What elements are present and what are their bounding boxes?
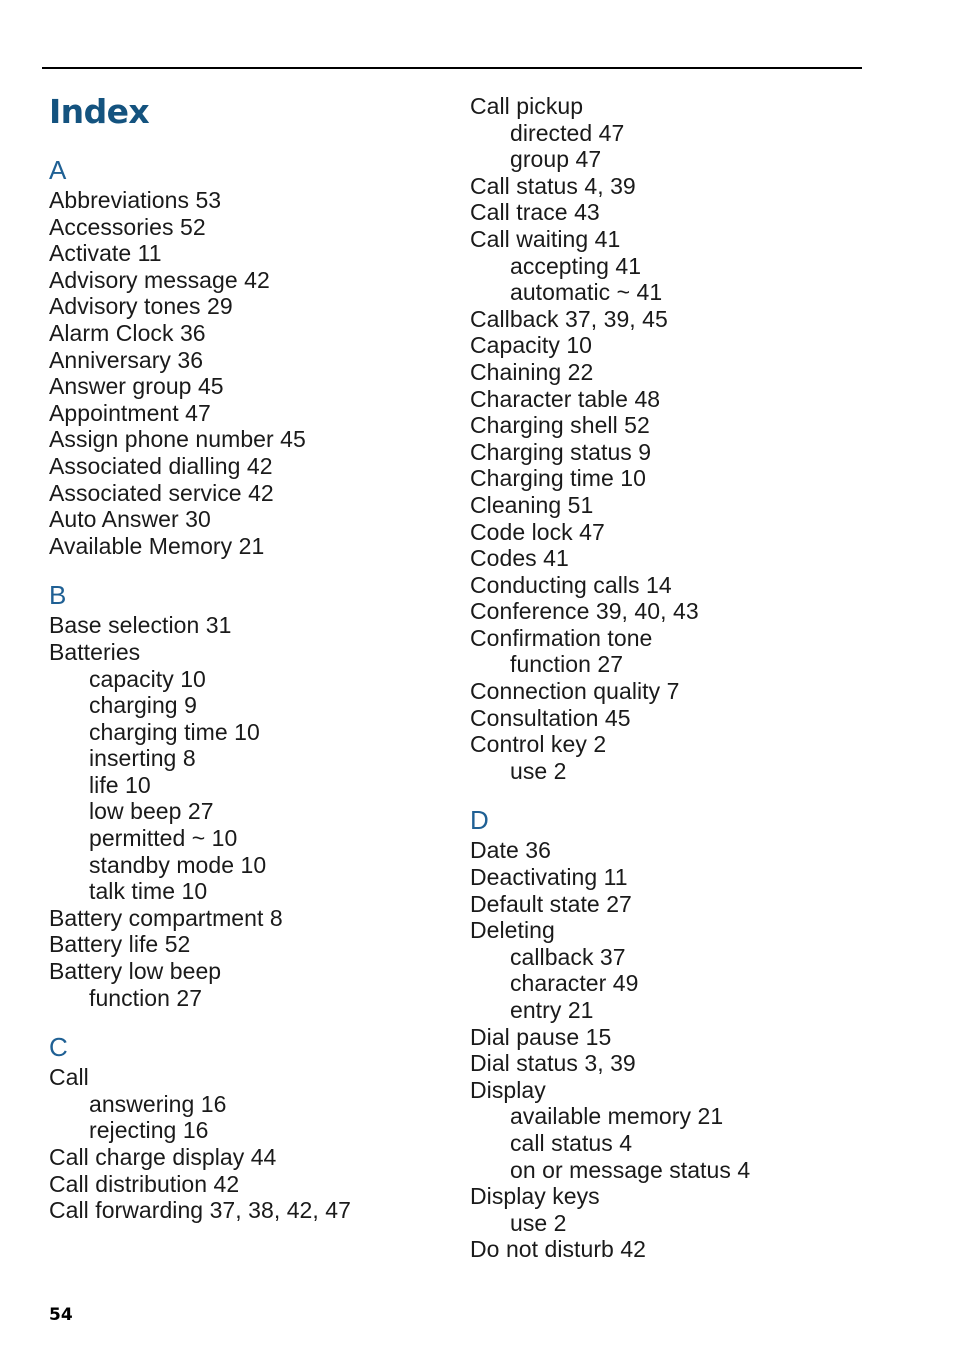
index-subentry: directed 47 [510, 119, 625, 146]
index-entry: Call pickup [470, 93, 584, 119]
index-entry: Abbreviations 53 [49, 187, 222, 213]
index-subentry: function 27 [89, 984, 203, 1011]
index-entry: Callback 37, 39, 45 [470, 305, 668, 332]
index-subentry: call status 4 [510, 1129, 633, 1156]
index-entry: Associated service 42 [49, 479, 274, 506]
index-subentry: on or message status 4 [510, 1156, 751, 1183]
index-subentry: use 2 [510, 757, 567, 784]
index-entry: Assign phone number 45 [49, 426, 306, 453]
index-section-c: C Call answering 16 rejecting 16 Call charge… [49, 1033, 449, 1224]
index-subentry: low beep 27 [89, 798, 214, 825]
index-entry: Accessories 52 [49, 213, 206, 240]
index-entry: Charging time 10 [470, 465, 646, 492]
index-subentry: function 27 [510, 651, 624, 678]
index-entry: Display keys [470, 1183, 600, 1210]
index-entry: Dial pause 15 [470, 1023, 612, 1050]
index-entry: Dial status 3, 39 [470, 1050, 636, 1077]
index-column-right: Call pickup directed 47 group 47 Call statu… [470, 93, 890, 1263]
index-section-d: D Date 36 Deactivating 11 Default state 27 D… [470, 806, 890, 1263]
header-rule [42, 67, 862, 69]
index-entry: Codes 41 [470, 545, 569, 572]
index-subentry: charging 9 [89, 692, 197, 719]
section-letter: D [470, 805, 489, 836]
index-entry: Call [49, 1064, 89, 1091]
index-entry: Call charge display 44 [49, 1144, 277, 1170]
section-letter: C [49, 1032, 68, 1063]
index-entry: Advisory message 42 [49, 266, 270, 293]
index-entry: Call trace 43 [470, 199, 600, 226]
index-subentry: capacity 10 [89, 665, 206, 692]
index-entry: Call distribution 42 [49, 1170, 240, 1197]
index-subentry: standby mode 10 [89, 851, 267, 878]
section-letter: A [49, 155, 67, 185]
index-entry: Battery low beep [49, 958, 222, 985]
index-entry: Available Memory 21 [49, 532, 265, 559]
index-entry: Answer group 45 [49, 373, 224, 400]
page-title: Index [49, 92, 150, 131]
index-subentry: inserting 8 [89, 745, 196, 772]
index-entry: Battery compartment 8 [49, 904, 283, 931]
index-entry: Confirmation tone [470, 624, 653, 651]
index-subentry: answering 16 [89, 1090, 227, 1117]
index-entry: Charging status 9 [470, 438, 652, 465]
index-entry: Do not disturb 42 [470, 1236, 647, 1263]
index-section-a: A Abbreviations 53 Accessories 52 Activate … [49, 156, 449, 559]
index-entry: Call status 4, 39 [470, 172, 636, 199]
page-number: 54 [49, 1305, 73, 1325]
index-section-b: B Base selection 31 Batteries capacity 10 ch… [49, 581, 449, 1011]
index-subentry: use 2 [510, 1209, 567, 1236]
index-subentry: available memory 21 [510, 1103, 724, 1130]
index-entry: Battery life 52 [49, 931, 191, 958]
index-entry: Date 36 [470, 837, 551, 864]
index-subentry: rejecting 16 [89, 1117, 209, 1144]
index-entry: Deactivating 11 [470, 864, 628, 891]
index-entry: Appointment 47 [49, 399, 211, 426]
index-page: Index A Abbreviations 53 Accessories 52 Act… [0, 0, 954, 1352]
index-entry: Code lock 47 [470, 518, 605, 545]
index-entry: Anniversary 36 [49, 346, 204, 373]
index-entry: Consultation 45 [470, 704, 631, 731]
index-entry: Cleaning 51 [470, 491, 594, 518]
index-subentry: entry 21 [510, 997, 594, 1023]
index-entry: Capacity 10 [470, 332, 593, 359]
index-entry: Charging shell 52 [470, 412, 650, 439]
index-entry: Deleting [470, 917, 555, 944]
index-entry: Display [470, 1076, 546, 1103]
index-entry: Chaining 22 [470, 358, 594, 385]
index-entry: Activate 11 [49, 240, 162, 267]
index-entry: Auto Answer 30 [49, 506, 211, 533]
index-subentry: callback 37 [510, 943, 626, 970]
index-entry: Default state 27 [470, 890, 632, 917]
index-subentry: automatic ~ 41 [510, 279, 663, 306]
index-entry: Conference 39, 40, 43 [470, 598, 699, 625]
index-entry: Connection quality 7 [470, 678, 680, 705]
index-subentry: accepting 41 [510, 252, 642, 279]
index-entry: Control key 2 [470, 731, 607, 758]
section-letter: B [49, 580, 67, 611]
index-entry: Conducting calls 14 [470, 571, 672, 598]
index-entry: Call waiting 41 [470, 225, 621, 252]
index-subentry: group 47 [510, 146, 602, 173]
index-column-left: A Abbreviations 53 Accessories 52 Activate … [49, 156, 449, 1224]
index-subentry: permitted ~ 10 [89, 825, 238, 852]
index-entry: Associated dialling 42 [49, 452, 273, 479]
index-entry: Batteries [49, 638, 141, 665]
index-entry: Call forwarding 37, 38, 42, 47 [49, 1197, 351, 1224]
index-subentry: life 10 [89, 771, 151, 798]
index-subentry: charging time 10 [89, 718, 260, 745]
index-entry: Alarm Clock 36 [49, 319, 206, 346]
index-subentry: talk time 10 [89, 878, 208, 905]
index-entry: Advisory tones 29 [49, 293, 233, 320]
index-subentry: character 49 [510, 970, 639, 997]
index-entry: Character table 48 [470, 385, 661, 412]
index-section-continued: Call pickup directed 47 group 47 Call statu… [470, 93, 890, 784]
index-entry: Base selection 31 [49, 612, 232, 639]
